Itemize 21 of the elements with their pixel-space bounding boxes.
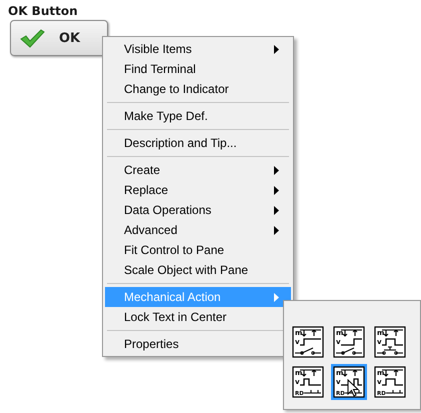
control-label: OK Button xyxy=(8,4,78,18)
menu-item[interactable]: Create xyxy=(105,160,291,180)
checkmark-icon xyxy=(19,28,45,48)
menu-item[interactable]: Change to Indicator xyxy=(105,79,291,99)
menu-item[interactable]: Scale Object with Pane xyxy=(105,260,291,280)
submenu-arrow-icon xyxy=(274,206,279,214)
submenu-arrow-icon xyxy=(274,44,279,54)
submenu-arrow-icon xyxy=(274,226,279,234)
ok-button[interactable]: OK xyxy=(10,20,108,56)
menu-item[interactable]: Find Terminal xyxy=(105,59,291,79)
submenu-arrow-icon xyxy=(274,186,279,194)
menu-item[interactable]: Replace xyxy=(105,180,291,200)
menu-item[interactable]: Advanced xyxy=(105,220,291,240)
menu-item[interactable]: Make Type Def. xyxy=(105,106,291,126)
menu-item[interactable]: Description and Tip... xyxy=(105,133,291,153)
menu-item[interactable]: Fit Control to Pane xyxy=(105,240,291,260)
menu-item[interactable]: Visible Items xyxy=(105,39,291,59)
menu-item[interactable]: Data Operations xyxy=(105,200,291,220)
submenu-arrow-icon xyxy=(274,292,279,302)
submenu-arrow-icon xyxy=(274,166,279,174)
mouse-pointer-icon xyxy=(347,379,359,397)
